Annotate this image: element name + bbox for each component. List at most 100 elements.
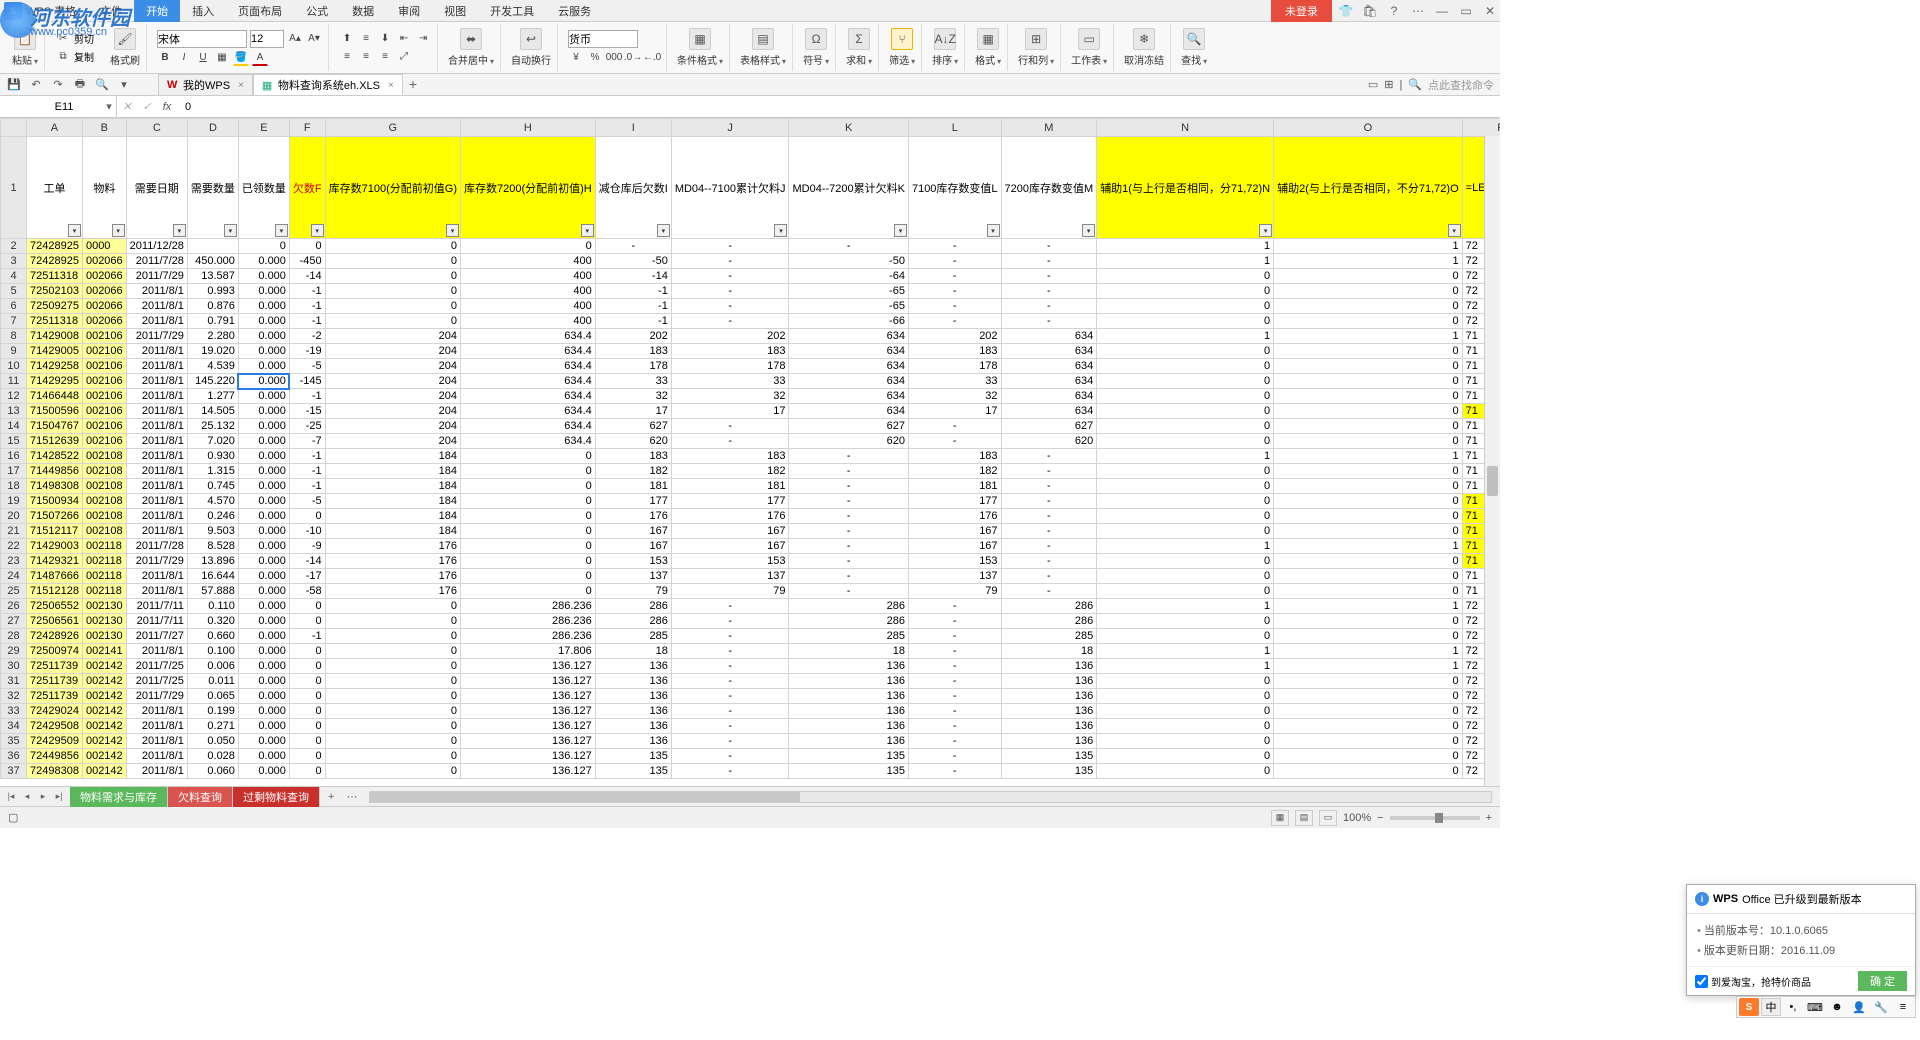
- filter-dropdown-icon[interactable]: ▾: [1448, 224, 1461, 237]
- cell[interactable]: 002108: [82, 449, 126, 464]
- cell[interactable]: 184: [325, 479, 460, 494]
- cell[interactable]: 71500596: [27, 404, 83, 419]
- cell[interactable]: -1: [289, 314, 325, 329]
- cell[interactable]: 2011/8/1: [126, 314, 187, 329]
- row-header[interactable]: 32: [1, 689, 27, 704]
- cell[interactable]: 0.000: [238, 524, 289, 539]
- cell[interactable]: 0: [1274, 524, 1463, 539]
- cell[interactable]: -: [789, 449, 908, 464]
- cell[interactable]: 627: [1001, 419, 1097, 434]
- cell[interactable]: 286: [595, 599, 671, 614]
- col-header[interactable]: G: [325, 119, 460, 137]
- column-header-cell[interactable]: 需要日期▾: [126, 137, 187, 239]
- cell[interactable]: 002142: [82, 674, 126, 689]
- cell[interactable]: 0: [1274, 344, 1463, 359]
- indent-dec-icon[interactable]: ⇤: [396, 31, 412, 47]
- cell[interactable]: 0: [325, 254, 460, 269]
- cell[interactable]: 286: [1001, 614, 1097, 629]
- cell[interactable]: 0: [461, 494, 596, 509]
- cell[interactable]: -: [671, 254, 789, 269]
- cell[interactable]: 153: [671, 554, 789, 569]
- menu-开发工具[interactable]: 开发工具: [478, 0, 546, 22]
- cell[interactable]: 2.280: [187, 329, 238, 344]
- filter-dropdown-icon[interactable]: ▾: [311, 224, 324, 237]
- cell[interactable]: 8.528: [187, 539, 238, 554]
- cell[interactable]: -1: [289, 464, 325, 479]
- cell[interactable]: -: [671, 599, 789, 614]
- decrease-font-icon[interactable]: A▾: [306, 31, 322, 47]
- format-painter-icon[interactable]: 🖌: [114, 28, 136, 50]
- cell[interactable]: 0: [1097, 434, 1274, 449]
- cell[interactable]: 0.791: [187, 314, 238, 329]
- cell[interactable]: -50: [789, 254, 908, 269]
- ime-keyboard-icon[interactable]: ⌨: [1805, 998, 1825, 1016]
- cell[interactable]: 1: [1274, 329, 1463, 344]
- cell[interactable]: 285: [789, 629, 908, 644]
- cell[interactable]: 137: [671, 569, 789, 584]
- cell[interactable]: -15: [289, 404, 325, 419]
- cell[interactable]: 2011/7/28: [126, 539, 187, 554]
- cell[interactable]: 634.4: [461, 344, 596, 359]
- ime-user-icon[interactable]: 👤: [1849, 998, 1869, 1016]
- cell[interactable]: 0: [1274, 509, 1463, 524]
- cell[interactable]: 0.000: [238, 644, 289, 659]
- percent-icon[interactable]: %: [587, 50, 603, 66]
- cell[interactable]: 176: [325, 584, 460, 599]
- sheet-tab[interactable]: 物料需求与库存: [70, 787, 168, 807]
- cell[interactable]: 0.000: [238, 464, 289, 479]
- col-header[interactable]: K: [789, 119, 908, 137]
- cell[interactable]: -: [908, 704, 1001, 719]
- cell[interactable]: 620: [1001, 434, 1097, 449]
- cell[interactable]: 620: [595, 434, 671, 449]
- cell[interactable]: -19: [289, 344, 325, 359]
- sheet-list-icon[interactable]: ⋯: [342, 790, 361, 803]
- cell[interactable]: 167: [908, 524, 1001, 539]
- cell[interactable]: -1: [289, 389, 325, 404]
- cell[interactable]: 002118: [82, 554, 126, 569]
- cell[interactable]: 135: [789, 764, 908, 779]
- cell[interactable]: 183: [671, 449, 789, 464]
- zoom-out-icon[interactable]: −: [1377, 812, 1383, 824]
- row-header[interactable]: 4: [1, 269, 27, 284]
- redo-icon[interactable]: ↷: [50, 77, 66, 93]
- cell[interactable]: -: [671, 644, 789, 659]
- cell[interactable]: 0.246: [187, 509, 238, 524]
- cell[interactable]: -9: [289, 539, 325, 554]
- cell[interactable]: 002141: [82, 644, 126, 659]
- zoom-slider[interactable]: [1390, 816, 1480, 820]
- cell[interactable]: 002142: [82, 704, 126, 719]
- filter-dropdown-icon[interactable]: ▾: [446, 224, 459, 237]
- cell[interactable]: 286.236: [461, 629, 596, 644]
- cell[interactable]: 2011/7/11: [126, 614, 187, 629]
- font-name-select[interactable]: [157, 30, 247, 48]
- cell[interactable]: 0: [289, 239, 325, 254]
- cell[interactable]: 204: [325, 404, 460, 419]
- indent-inc-icon[interactable]: ⇥: [415, 31, 431, 47]
- cell[interactable]: 71428522: [27, 449, 83, 464]
- cell[interactable]: 1: [1097, 239, 1274, 254]
- align-middle-icon[interactable]: ≡: [358, 31, 374, 47]
- col-header[interactable]: I: [595, 119, 671, 137]
- cell[interactable]: 33: [595, 374, 671, 389]
- cell[interactable]: 0.000: [238, 254, 289, 269]
- cell[interactable]: 0: [1097, 704, 1274, 719]
- cell[interactable]: 136: [595, 689, 671, 704]
- cell[interactable]: 0: [1097, 749, 1274, 764]
- row-header[interactable]: 9: [1, 344, 27, 359]
- col-header[interactable]: H: [461, 119, 596, 137]
- cell[interactable]: 32: [671, 389, 789, 404]
- cell[interactable]: 634: [1001, 404, 1097, 419]
- formula-input[interactable]: [177, 99, 1500, 115]
- cell[interactable]: -5: [289, 359, 325, 374]
- cell[interactable]: 184: [325, 509, 460, 524]
- cell[interactable]: 0: [1274, 689, 1463, 704]
- row-header[interactable]: 20: [1, 509, 27, 524]
- cell[interactable]: -: [789, 584, 908, 599]
- filter-dropdown-icon[interactable]: ▾: [68, 224, 81, 237]
- cell[interactable]: 0: [1274, 359, 1463, 374]
- row-header[interactable]: 22: [1, 539, 27, 554]
- ok-button[interactable]: 确 定: [1858, 971, 1907, 991]
- cell[interactable]: 0: [1274, 719, 1463, 734]
- cell[interactable]: 002142: [82, 734, 126, 749]
- cell[interactable]: 0: [325, 629, 460, 644]
